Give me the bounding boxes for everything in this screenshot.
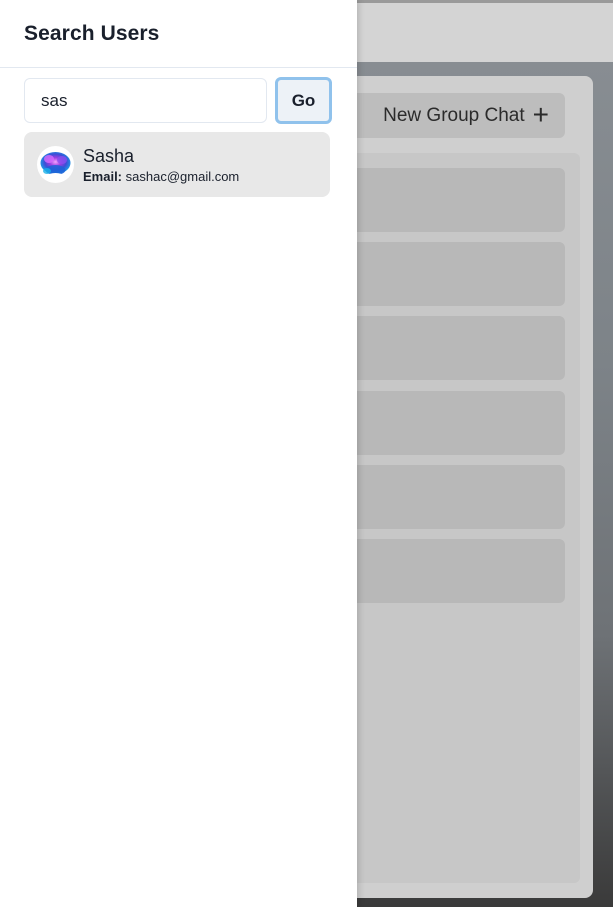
user-result-item[interactable]: Sasha Email: sashac@gmail.com xyxy=(24,132,330,197)
avatar-image xyxy=(37,146,74,183)
drawer-title: Search Users xyxy=(24,21,160,45)
user-info: Sasha Email: sashac@gmail.com xyxy=(83,147,239,183)
user-email-line: Email: sashac@gmail.com xyxy=(83,170,239,183)
user-email: sashac@gmail.com xyxy=(125,168,240,184)
search-input[interactable] xyxy=(24,78,267,123)
user-name: Sasha xyxy=(83,145,135,166)
go-button[interactable]: Go xyxy=(275,77,332,124)
email-label: Email: xyxy=(83,168,123,184)
drawer-header: Search Users xyxy=(0,0,357,68)
search-row: Go xyxy=(24,77,332,124)
search-users-drawer: Search Users Go xyxy=(0,0,357,907)
